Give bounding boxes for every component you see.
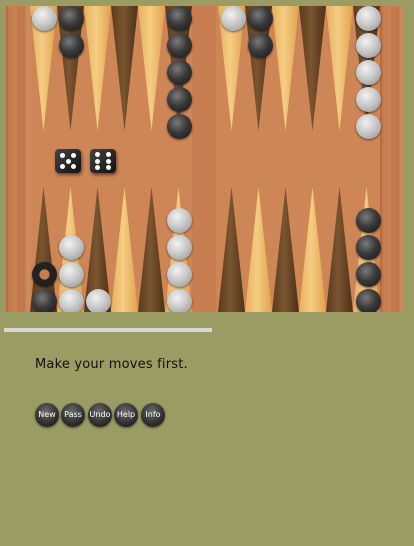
black-checker[interactable] xyxy=(166,59,192,85)
die-1[interactable] xyxy=(55,149,81,173)
die-pip xyxy=(71,163,77,169)
white-checker[interactable] xyxy=(166,207,192,233)
undo-button[interactable]: Undo xyxy=(88,403,112,427)
black-checker[interactable] xyxy=(247,6,273,31)
white-checker[interactable] xyxy=(355,86,381,112)
die-pip xyxy=(94,151,100,157)
black-checker[interactable] xyxy=(31,288,57,312)
white-checker[interactable] xyxy=(166,288,192,312)
white-checker[interactable] xyxy=(31,6,57,31)
black-checker[interactable] xyxy=(355,234,381,260)
die-pip xyxy=(106,151,112,157)
black-checker[interactable] xyxy=(355,207,381,233)
new-game-button[interactable]: New xyxy=(35,403,59,427)
die-pip xyxy=(65,158,71,164)
black-checker[interactable] xyxy=(166,32,192,58)
white-checker[interactable] xyxy=(355,59,381,85)
backgammon-board[interactable] xyxy=(6,6,404,312)
white-checker[interactable] xyxy=(58,288,84,312)
white-checker[interactable] xyxy=(58,261,84,287)
die-pip xyxy=(106,165,112,171)
info-button[interactable]: Info xyxy=(141,403,165,427)
black-checker[interactable] xyxy=(247,32,273,58)
die-2[interactable] xyxy=(90,149,116,173)
white-checker[interactable] xyxy=(355,6,381,31)
black-checker[interactable] xyxy=(31,261,57,287)
divider xyxy=(4,328,212,332)
black-checker[interactable] xyxy=(58,32,84,58)
white-checker[interactable] xyxy=(166,234,192,260)
white-checker[interactable] xyxy=(166,261,192,287)
die-pip xyxy=(71,153,77,159)
black-checker[interactable] xyxy=(355,261,381,287)
die-pip xyxy=(59,163,65,169)
board-left-frame xyxy=(6,6,30,312)
board-right-frame xyxy=(380,6,404,312)
black-checker[interactable] xyxy=(166,113,192,139)
white-checker[interactable] xyxy=(220,6,246,31)
pass-button[interactable]: Pass xyxy=(61,403,85,427)
white-checker[interactable] xyxy=(58,234,84,260)
black-checker[interactable] xyxy=(58,6,84,31)
black-checker[interactable] xyxy=(355,288,381,312)
die-pip xyxy=(59,153,65,159)
black-checker[interactable] xyxy=(166,86,192,112)
white-checker[interactable] xyxy=(85,288,111,312)
status-message: Make your moves first. xyxy=(35,357,188,372)
die-pip xyxy=(106,158,112,164)
black-checker[interactable] xyxy=(166,6,192,31)
die-pip xyxy=(94,158,100,164)
help-button[interactable]: Help xyxy=(114,403,138,427)
board-right-half xyxy=(216,6,380,312)
white-checker[interactable] xyxy=(355,113,381,139)
die-pip xyxy=(94,165,100,171)
white-checker[interactable] xyxy=(355,32,381,58)
